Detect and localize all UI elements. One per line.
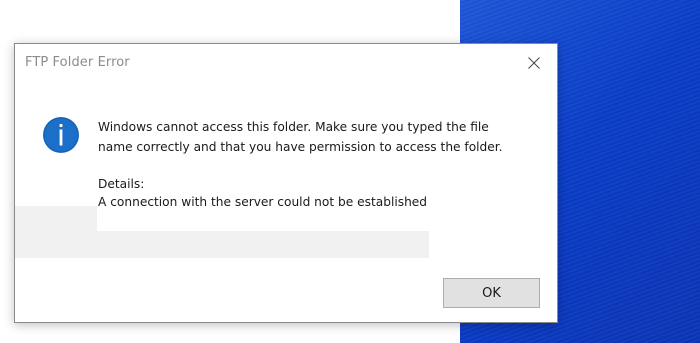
- close-icon: [528, 57, 540, 69]
- details-background-lower: [97, 231, 429, 258]
- close-button[interactable]: [511, 44, 557, 82]
- message-line-1: Windows cannot access this folder. Make …: [98, 120, 489, 134]
- screen: FTP Folder Error Windows cannot access t…: [0, 0, 700, 343]
- details-text: A connection with the server could not b…: [98, 195, 428, 209]
- ok-button[interactable]: OK: [443, 278, 540, 308]
- info-icon: [43, 117, 79, 153]
- dialog-title: FTP Folder Error: [25, 55, 130, 70]
- details-label: Details:: [98, 177, 145, 191]
- details-background: [15, 206, 97, 258]
- error-dialog: FTP Folder Error Windows cannot access t…: [14, 43, 558, 323]
- dialog-titlebar[interactable]: FTP Folder Error: [15, 44, 557, 82]
- error-message: Windows cannot access this folder. Make …: [98, 117, 538, 157]
- message-line-2: name correctly and that you have permiss…: [98, 140, 503, 154]
